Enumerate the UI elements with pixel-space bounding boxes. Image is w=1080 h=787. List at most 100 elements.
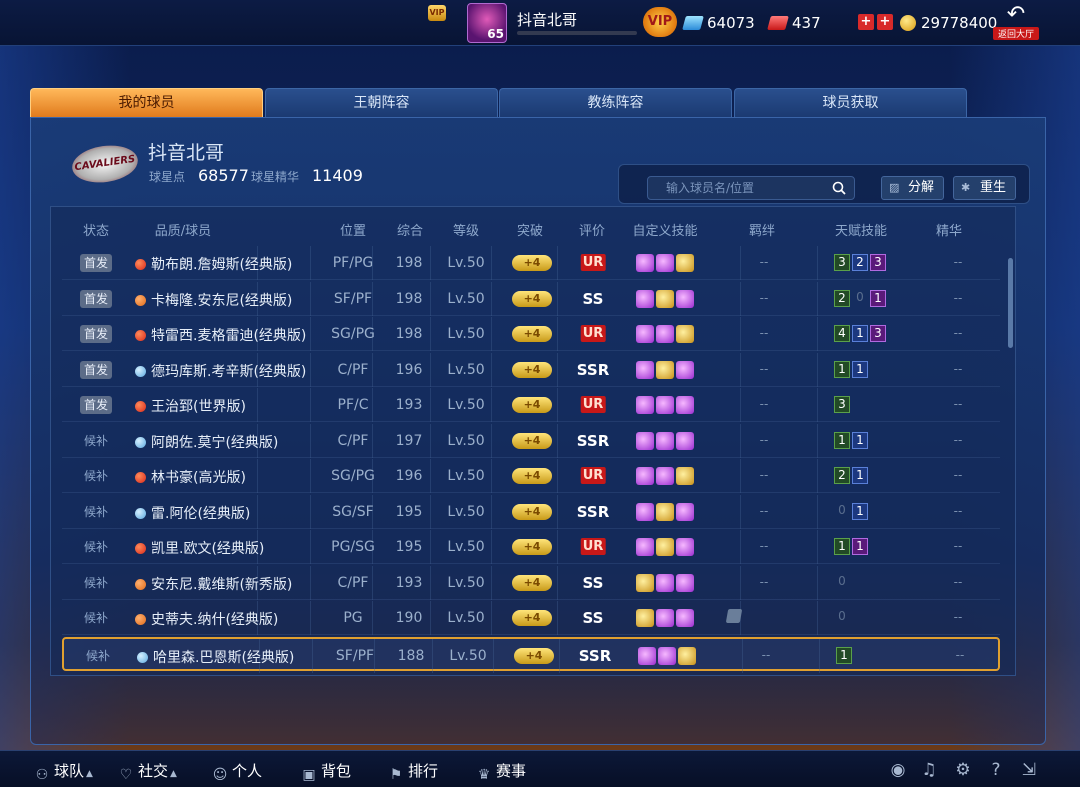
search-input[interactable] — [647, 176, 855, 200]
skill-icon[interactable] — [676, 361, 694, 379]
nav-user[interactable]: ☺ 个人 — [212, 760, 262, 783]
player-name[interactable]: 卡梅隆.安东尼(经典版) — [135, 290, 292, 310]
skill-icon[interactable] — [676, 467, 694, 485]
nav-trophy[interactable]: ♛ 赛事 — [476, 760, 526, 783]
back-to-lobby-button[interactable]: ↶ 返回大厅 — [993, 3, 1039, 43]
tab-my-players[interactable]: 我的球员 — [30, 88, 263, 117]
skill-icon[interactable] — [636, 361, 654, 379]
column-divider — [742, 639, 743, 673]
settings-gear-icon[interactable]: ⚙ — [953, 760, 973, 780]
skill-icon[interactable] — [656, 290, 674, 308]
tab-coach-lineup[interactable]: 教练阵容 — [499, 88, 732, 117]
position-cell: PG — [343, 610, 363, 626]
table-row[interactable]: 首发 勒布朗.詹姆斯(经典版) PF/PG 198 Lv.50 +4 UR -- 3 2 3 -- — [62, 246, 1000, 280]
talent-badge: 4 — [834, 325, 850, 342]
nav-label: 排行 — [408, 762, 439, 780]
music-icon[interactable]: ♫ — [919, 760, 939, 780]
table-row[interactable]: 首发 特雷西.麦格雷迪(经典版) SG/PG 198 Lv.50 +4 UR -- 4 1 3 -- — [62, 317, 1000, 351]
column-divider — [740, 246, 741, 280]
player-name[interactable]: 阿朗佐.莫宁(经典版) — [135, 432, 278, 452]
grade-badge: SS — [582, 290, 604, 308]
add-currency-button[interactable]: + — [877, 14, 893, 30]
skill-icon[interactable] — [656, 467, 674, 485]
skill-icon[interactable] — [676, 254, 694, 272]
skill-icon[interactable] — [676, 290, 694, 308]
skill-icon[interactable] — [636, 290, 654, 308]
player-name[interactable]: 史蒂夫.纳什(经典版) — [135, 609, 278, 629]
search-icon[interactable] — [832, 181, 846, 195]
bond-icon[interactable] — [725, 609, 743, 623]
player-name[interactable]: 德玛库斯.考辛斯(经典版) — [135, 361, 306, 381]
decompose-button[interactable]: ▨ 分解 — [881, 176, 944, 200]
status-badge: 候补 — [83, 611, 108, 625]
table-row[interactable]: 候补 雷.阿伦(经典版) SG/SF 195 Lv.50 +4 SSR -- 0 1 -- — [62, 495, 1000, 529]
skill-icon[interactable] — [656, 538, 674, 556]
skill-icon[interactable] — [636, 609, 654, 627]
skill-icon[interactable] — [656, 361, 674, 379]
scrollbar[interactable] — [1008, 258, 1013, 348]
skill-icon[interactable] — [676, 503, 694, 521]
skill-icon[interactable] — [636, 254, 654, 272]
help-icon[interactable]: ? — [986, 760, 1006, 780]
skill-icon[interactable] — [676, 609, 694, 627]
table-row[interactable]: 候补 阿朗佐.莫宁(经典版) C/PF 197 Lv.50 +4 SSR -- 1 1 -- — [62, 424, 1000, 458]
table-row[interactable]: 候补 哈里森.巴恩斯(经典版) SF/PF 188 Lv.50 +4 SSR -- 1 -- — [62, 637, 1000, 673]
table-row[interactable]: 首发 卡梅隆.安东尼(经典版) SF/PF 198 Lv.50 +4 SS -- 2 0 1 -- — [62, 282, 1000, 316]
player-name[interactable]: 凯里.欧文(经典版) — [135, 538, 264, 558]
skill-icon[interactable] — [656, 574, 674, 592]
skill-icon[interactable] — [636, 467, 654, 485]
skill-icon[interactable] — [636, 538, 654, 556]
add-gift-button[interactable]: + — [858, 14, 874, 30]
table-row[interactable]: 候补 凯里.欧文(经典版) PG/SG 195 Lv.50 +4 UR -- 1 1 -- — [62, 530, 1000, 564]
rebirth-button[interactable]: ✱ 重生 — [953, 176, 1016, 200]
nav-rank[interactable]: ⚑ 排行 — [388, 760, 438, 783]
skill-icon[interactable] — [676, 574, 694, 592]
skill-icon[interactable] — [656, 609, 674, 627]
skill-icon[interactable] — [636, 396, 654, 414]
talent-badge: 0 — [856, 290, 864, 304]
player-name[interactable]: 哈里森.巴恩斯(经典版) — [137, 647, 294, 667]
vip-mini-icon[interactable]: VIP — [428, 5, 446, 21]
nav-heart[interactable]: ♡ 社交 ▲ — [118, 760, 177, 783]
avatar[interactable]: 65 — [467, 3, 507, 43]
quality-dot-icon — [135, 330, 146, 341]
player-name[interactable]: 王治郅(世界版) — [135, 396, 246, 416]
skill-icon[interactable] — [656, 503, 674, 521]
skill-icon[interactable] — [656, 432, 674, 450]
skill-icon[interactable] — [658, 647, 676, 665]
skill-icon[interactable] — [656, 325, 674, 343]
nav-person[interactable]: ⚇ 球队 ▲ — [34, 760, 93, 783]
column-divider — [557, 601, 558, 635]
skill-icon[interactable] — [676, 396, 694, 414]
tab-dynasty-lineup[interactable]: 王朝阵容 — [265, 88, 498, 117]
tab-player-acquire[interactable]: 球员获取 — [734, 88, 967, 117]
table-row[interactable]: 候补 安东尼.戴维斯(新秀版) C/PF 193 Lv.50 +4 SS -- 0 -- — [62, 566, 1000, 600]
skill-icon[interactable] — [656, 396, 674, 414]
player-name-text: 王治郅(世界版) — [151, 399, 246, 415]
skill-icon[interactable] — [656, 254, 674, 272]
table-row[interactable]: 候补 林书豪(高光版) SG/PG 196 Lv.50 +4 UR -- 2 1 -- — [62, 459, 1000, 493]
player-name[interactable]: 特雷西.麦格雷迪(经典版) — [135, 325, 306, 345]
nav-bag[interactable]: ▣ 背包 — [301, 760, 351, 783]
skill-icon[interactable] — [636, 432, 654, 450]
service-icon[interactable]: ◉ — [888, 760, 908, 780]
skill-icon[interactable] — [676, 325, 694, 343]
table-row[interactable]: 首发 王治郅(世界版) PF/C 193 Lv.50 +4 UR -- 3 -- — [62, 388, 1000, 422]
skill-icon[interactable] — [636, 503, 654, 521]
skill-icon[interactable] — [636, 325, 654, 343]
skill-icon[interactable] — [676, 538, 694, 556]
player-name[interactable]: 林书豪(高光版) — [135, 467, 246, 487]
header-status: 状态 — [82, 224, 110, 239]
table-row[interactable]: 首发 德玛库斯.考辛斯(经典版) C/PF 196 Lv.50 +4 SSR -- 1 1 -- — [62, 353, 1000, 387]
skill-icon[interactable] — [676, 432, 694, 450]
player-name[interactable]: 雷.阿伦(经典版) — [135, 503, 250, 523]
skill-icon[interactable] — [678, 647, 696, 665]
table-row[interactable]: 候补 史蒂夫.纳什(经典版) PG 190 Lv.50 +4 SS 0 -- — [62, 601, 1000, 635]
exit-icon[interactable]: ⇲ — [1019, 760, 1039, 780]
player-name[interactable]: 安东尼.戴维斯(新秀版) — [135, 574, 292, 594]
skill-icon[interactable] — [636, 574, 654, 592]
vip-badge[interactable]: VIP — [643, 7, 677, 37]
player-name[interactable]: 勒布朗.詹姆斯(经典版) — [135, 254, 292, 274]
skill-icon[interactable] — [638, 647, 656, 665]
bond-cell: -- — [759, 575, 769, 589]
